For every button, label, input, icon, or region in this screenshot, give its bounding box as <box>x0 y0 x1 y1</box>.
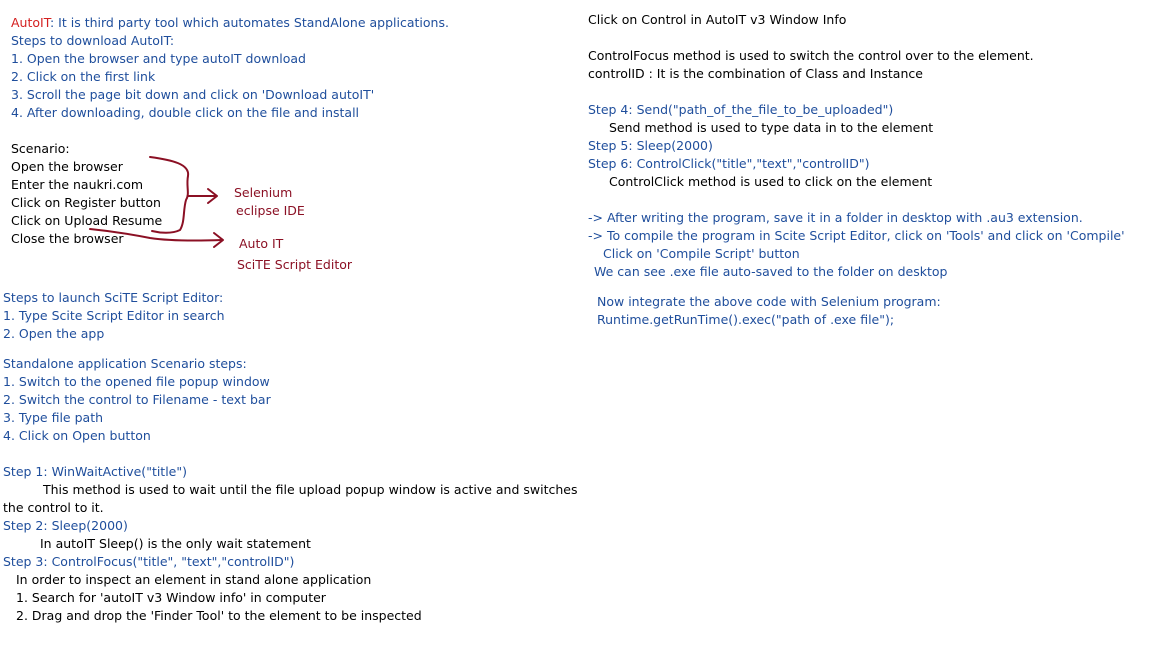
right-step-5: Step 5: Sleep(2000) <box>588 138 713 153</box>
right-step-4: Step 4: Send("path_of_the_file_to_be_upl… <box>588 102 894 117</box>
inspect-step-2: 2. Drag and drop the 'Finder Tool' to th… <box>16 608 422 623</box>
code-step-1-desc-cont: the control to it. <box>3 500 104 515</box>
right-step-6-desc: ControlClick method is used to click on … <box>609 174 933 189</box>
inspect-step-1: 1. Search for 'autoIT v3 Window info' in… <box>16 590 326 605</box>
code-step-3-desc: In order to inspect an element in stand … <box>16 572 372 587</box>
right-after-2: -> To compile the program in Scite Scrip… <box>588 228 1125 243</box>
right-focus-desc: ControlFocus method is used to switch th… <box>588 48 1034 63</box>
right-after-4: We can see .exe file auto-saved to the f… <box>594 264 948 279</box>
right-step-4-desc: Send method is used to type data in to t… <box>609 120 934 135</box>
right-integrate-2: Runtime.getRunTime().exec("path of .exe … <box>597 312 895 327</box>
underline-arrow-autoit <box>89 228 223 242</box>
code-step-2: Step 2: Sleep(2000) <box>3 518 128 533</box>
right-after-3: Click on 'Compile Script' button <box>603 246 800 261</box>
bracket-arrow-selenium <box>149 156 190 234</box>
right-integrate-1: Now integrate the above code with Seleni… <box>597 294 941 309</box>
right-controlid-desc: controlID : It is the combination of Cla… <box>588 66 923 81</box>
code-step-3: Step 3: ControlFocus("title", "text","co… <box>3 554 295 569</box>
standalone-step-4: 4. Click on Open button <box>3 428 151 443</box>
code-step-1: Step 1: WinWaitActive("title") <box>3 464 188 479</box>
code-step-1-desc: This method is used to wait until the fi… <box>43 482 578 497</box>
launch-heading: Steps to launch SciTE Script Editor: <box>3 290 224 305</box>
standalone-step-1: 1. Switch to the opened file popup windo… <box>3 374 270 389</box>
right-step-6: Step 6: ControlClick("title","text","con… <box>588 156 870 171</box>
launch-step-2: 2. Open the app <box>3 326 105 341</box>
standalone-heading: Standalone application Scenario steps: <box>3 356 247 371</box>
scenario-arrows <box>89 156 224 248</box>
right-control-click-note: Click on Control in AutoIT v3 Window Inf… <box>588 12 847 27</box>
code-step-2-desc: In autoIT Sleep() is the only wait state… <box>40 536 311 551</box>
standalone-step-3: 3. Type file path <box>3 410 104 425</box>
right-after-1: -> After writing the program, save it in… <box>588 210 1083 225</box>
launch-step-1: 1. Type Scite Script Editor in search <box>3 308 225 323</box>
standalone-step-2: 2. Switch the control to Filename - text… <box>3 392 271 407</box>
